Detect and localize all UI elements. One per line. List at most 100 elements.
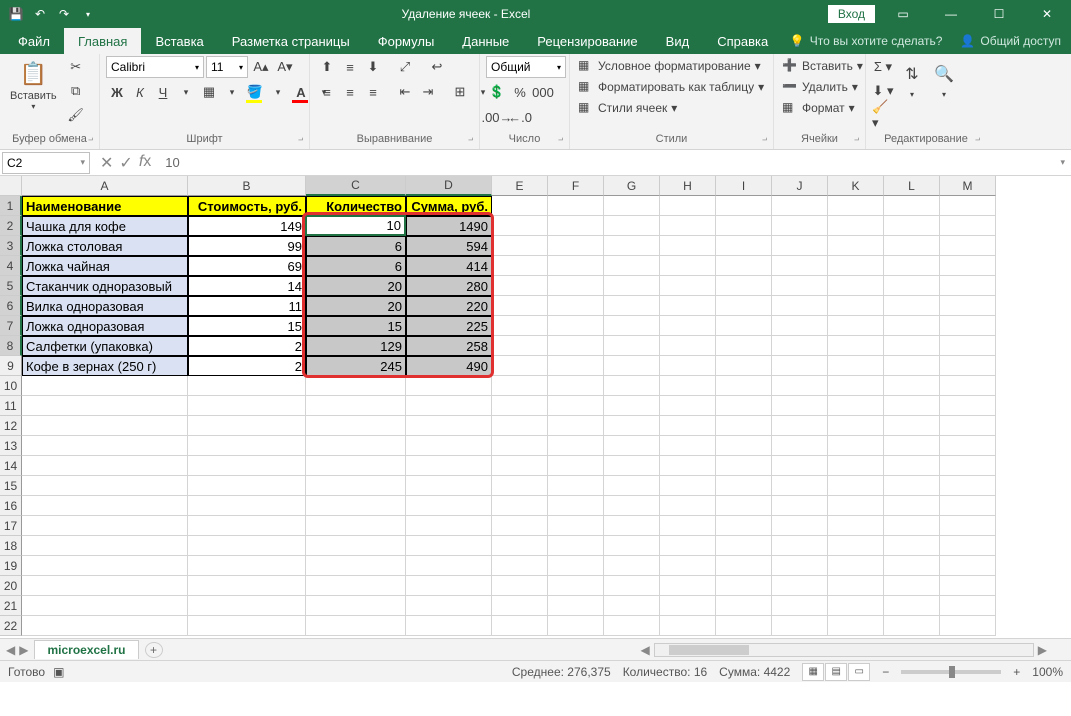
cell[interactable]: [772, 356, 828, 376]
cell[interactable]: [660, 396, 716, 416]
cell[interactable]: 20: [306, 296, 406, 316]
cell[interactable]: [660, 236, 716, 256]
cell[interactable]: [660, 256, 716, 276]
row-header[interactable]: 7: [0, 316, 22, 336]
cell[interactable]: [604, 596, 660, 616]
currency-icon[interactable]: 💲: [486, 81, 508, 103]
cell[interactable]: [940, 376, 996, 396]
cell[interactable]: [940, 516, 996, 536]
percent-icon[interactable]: %: [509, 81, 531, 103]
cell[interactable]: [492, 296, 548, 316]
cell[interactable]: [828, 516, 884, 536]
cell[interactable]: [604, 196, 660, 216]
font-size-combo[interactable]: 11▾: [206, 56, 248, 78]
delete-cells-button[interactable]: ➖Удалить ▾: [780, 77, 860, 97]
cell[interactable]: [716, 196, 772, 216]
format-painter-icon[interactable]: 🖌: [65, 104, 87, 126]
cell[interactable]: Ложка чайная: [22, 256, 188, 276]
column-header[interactable]: A: [22, 176, 188, 196]
cell[interactable]: [772, 516, 828, 536]
copy-icon[interactable]: ⧉: [65, 80, 87, 102]
cell[interactable]: [940, 276, 996, 296]
number-format-combo[interactable]: Общий▾: [486, 56, 566, 78]
cell[interactable]: [406, 536, 492, 556]
cell[interactable]: Наименование: [22, 196, 188, 216]
cell[interactable]: [306, 376, 406, 396]
cell[interactable]: [940, 296, 996, 316]
cell[interactable]: [660, 516, 716, 536]
cell[interactable]: [660, 296, 716, 316]
cell[interactable]: [716, 216, 772, 236]
cell[interactable]: [492, 496, 548, 516]
cell[interactable]: [604, 416, 660, 436]
column-header[interactable]: C: [306, 176, 406, 196]
cell[interactable]: 2: [188, 336, 306, 356]
redo-icon[interactable]: ↷: [54, 4, 74, 24]
cell[interactable]: [772, 216, 828, 236]
close-icon[interactable]: ✕: [1027, 0, 1067, 28]
cell[interactable]: [660, 596, 716, 616]
cell[interactable]: [772, 316, 828, 336]
cell[interactable]: [548, 356, 604, 376]
cell[interactable]: [548, 476, 604, 496]
view-normal-icon[interactable]: ▦: [802, 663, 824, 681]
cell[interactable]: [188, 416, 306, 436]
cell[interactable]: [940, 496, 996, 516]
cell[interactable]: [604, 296, 660, 316]
cell[interactable]: [940, 236, 996, 256]
cell[interactable]: [772, 396, 828, 416]
cell[interactable]: [828, 476, 884, 496]
column-header[interactable]: J: [772, 176, 828, 196]
cell[interactable]: [406, 456, 492, 476]
cell[interactable]: [604, 436, 660, 456]
cell[interactable]: [716, 516, 772, 536]
cell[interactable]: [828, 276, 884, 296]
cell[interactable]: [22, 376, 188, 396]
cell[interactable]: [772, 436, 828, 456]
cell[interactable]: [604, 376, 660, 396]
cell[interactable]: [716, 496, 772, 516]
cell[interactable]: [940, 536, 996, 556]
column-header[interactable]: F: [548, 176, 604, 196]
cell[interactable]: [884, 576, 940, 596]
cell[interactable]: [940, 216, 996, 236]
cell[interactable]: [188, 596, 306, 616]
cell[interactable]: [716, 556, 772, 576]
cell[interactable]: [604, 336, 660, 356]
cell[interactable]: 280: [406, 276, 492, 296]
underline-button[interactable]: Ч: [152, 81, 174, 103]
row-header[interactable]: 3: [0, 236, 22, 256]
cell[interactable]: 11: [188, 296, 306, 316]
cell[interactable]: [492, 216, 548, 236]
align-middle-icon[interactable]: ≡: [339, 56, 361, 78]
cell[interactable]: [716, 296, 772, 316]
cell[interactable]: [548, 536, 604, 556]
cell[interactable]: [604, 276, 660, 296]
cell[interactable]: [604, 216, 660, 236]
cell[interactable]: [306, 576, 406, 596]
align-center-icon[interactable]: ≡: [339, 81, 361, 103]
cell[interactable]: [548, 456, 604, 476]
cell[interactable]: [604, 476, 660, 496]
cell[interactable]: [492, 396, 548, 416]
zoom-level[interactable]: 100%: [1032, 665, 1063, 679]
format-as-table-button[interactable]: ▦Форматировать как таблицу ▾: [576, 77, 766, 97]
view-page-break-icon[interactable]: ▭: [848, 663, 870, 681]
cell[interactable]: [716, 236, 772, 256]
cell[interactable]: [940, 576, 996, 596]
cell[interactable]: [188, 436, 306, 456]
cell[interactable]: [828, 536, 884, 556]
cell[interactable]: [188, 496, 306, 516]
sheet-next-icon[interactable]: ▶: [19, 643, 28, 657]
border-icon[interactable]: ▦: [198, 81, 220, 103]
cell[interactable]: [188, 536, 306, 556]
cell[interactable]: [828, 436, 884, 456]
cell[interactable]: [492, 456, 548, 476]
cell[interactable]: 490: [406, 356, 492, 376]
cell[interactable]: [604, 356, 660, 376]
cell[interactable]: [604, 256, 660, 276]
align-bottom-icon[interactable]: ⬇: [362, 56, 384, 78]
cell[interactable]: [406, 496, 492, 516]
cell[interactable]: [884, 316, 940, 336]
cell[interactable]: 225: [406, 316, 492, 336]
